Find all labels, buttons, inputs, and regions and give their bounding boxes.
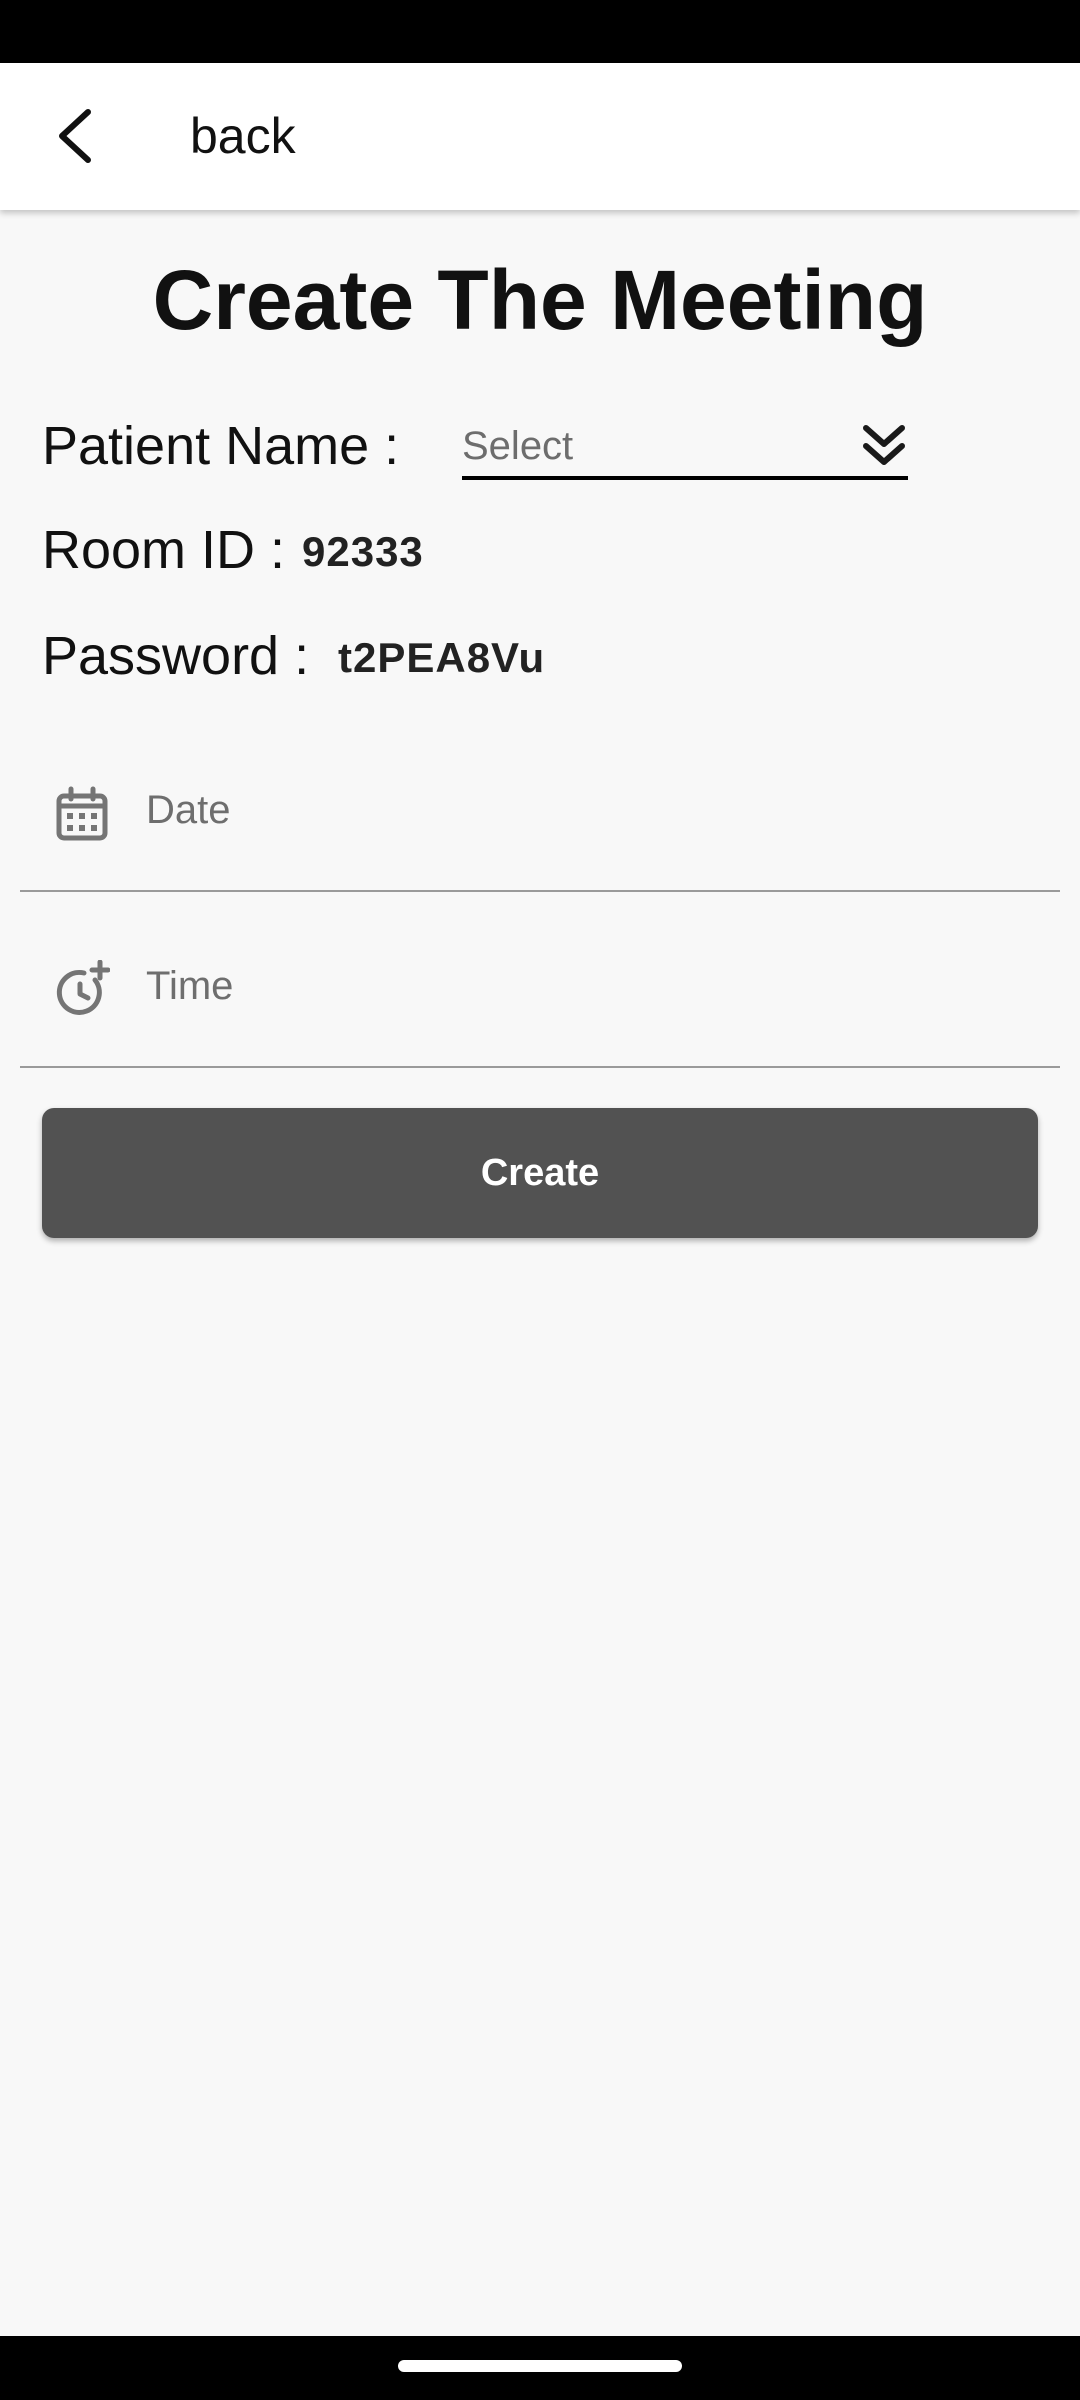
patient-name-select[interactable]: Select — [462, 418, 908, 480]
double-chevron-down-icon — [863, 425, 905, 465]
date-input[interactable] — [146, 778, 1026, 842]
password-value: t2PEA8Vu — [338, 634, 546, 681]
back-label[interactable]: back — [190, 103, 296, 169]
calendar-icon — [56, 786, 108, 841]
create-button[interactable]: Create — [42, 1108, 1038, 1238]
date-field[interactable] — [20, 730, 1060, 892]
app-bar — [0, 63, 1080, 210]
create-button-label: Create — [480, 1151, 600, 1194]
time-input[interactable] — [146, 954, 1026, 1018]
room-id-value: 92333 — [302, 528, 424, 575]
patient-name-label: Patient Name : — [42, 416, 400, 476]
page-title: Create The Meeting — [152, 253, 928, 347]
home-indicator[interactable] — [398, 2360, 682, 2372]
status-bar — [0, 0, 1080, 63]
password-label: Password : — [42, 626, 310, 686]
chevron-left-icon[interactable] — [50, 106, 100, 166]
clock-add-icon — [56, 960, 110, 1015]
room-id-label: Room ID : — [42, 520, 286, 580]
patient-select-value: Select — [462, 424, 574, 468]
time-field[interactable] — [20, 906, 1060, 1068]
